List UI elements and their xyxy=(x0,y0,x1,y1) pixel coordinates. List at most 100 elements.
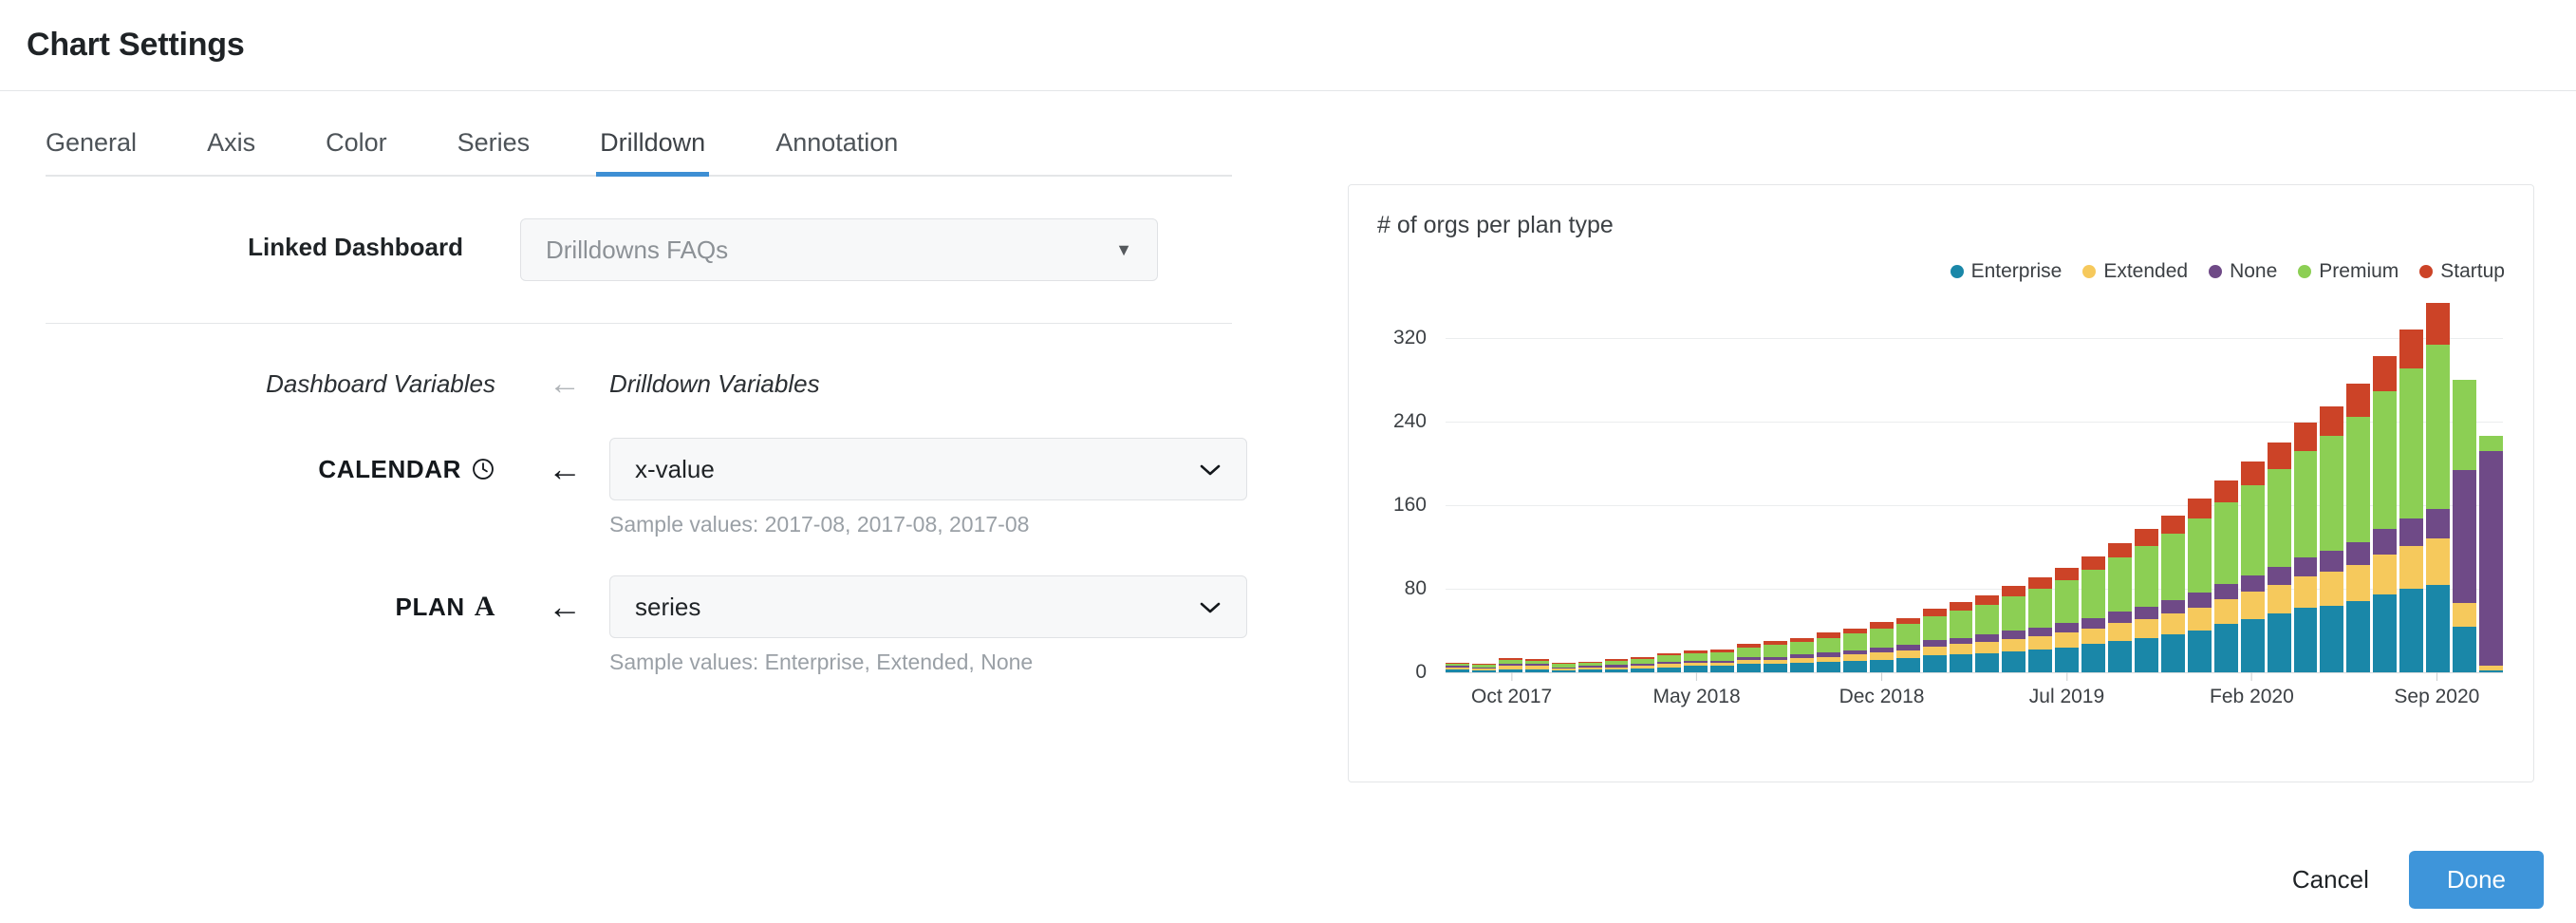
bar-column[interactable] xyxy=(1764,641,1787,672)
bar-column[interactable] xyxy=(2081,556,2105,672)
bar-segment-premium xyxy=(2241,485,2265,575)
bar-segment-startup xyxy=(2241,462,2265,485)
bar-column[interactable] xyxy=(2214,480,2238,672)
bar-segment-enterprise xyxy=(1975,653,1999,672)
bar-column[interactable] xyxy=(1657,653,1681,672)
done-button[interactable]: Done xyxy=(2409,851,2544,909)
bar-column[interactable] xyxy=(2479,436,2503,672)
dashboard-variables-heading: Dashboard Variables xyxy=(46,369,520,399)
bar-segment-startup xyxy=(2373,356,2397,391)
bar-column[interactable] xyxy=(1870,622,1894,672)
legend-item-enterprise[interactable]: Enterprise xyxy=(1951,260,2063,283)
bar-column[interactable] xyxy=(1896,618,1920,672)
calendar-mapping-select[interactable]: x-value xyxy=(609,438,1247,500)
modal-header: Chart Settings xyxy=(0,0,2576,91)
legend-item-premium[interactable]: Premium xyxy=(2298,260,2399,283)
bar-column[interactable] xyxy=(2399,330,2423,672)
bar-column[interactable] xyxy=(1525,659,1549,672)
tab-drilldown[interactable]: Drilldown xyxy=(600,128,705,175)
tab-annotation[interactable]: Annotation xyxy=(775,128,898,175)
legend-swatch-icon xyxy=(2082,265,2096,278)
bar-column[interactable] xyxy=(1817,632,1840,672)
bar-column[interactable] xyxy=(2453,380,2476,672)
bar-segment-extended xyxy=(1950,644,1973,654)
bar-column[interactable] xyxy=(1790,638,1814,672)
bar-column[interactable] xyxy=(2055,568,2079,672)
linked-dashboard-row: Linked Dashboard Drilldowns FAQs ▼ xyxy=(46,218,1348,281)
bar-segment-none xyxy=(2108,612,2132,623)
bar-column[interactable] xyxy=(2241,462,2265,672)
bar-column[interactable] xyxy=(1684,650,1708,672)
bar-column[interactable] xyxy=(1446,663,1469,672)
bar-segment-none xyxy=(2453,470,2476,604)
tab-color[interactable]: Color xyxy=(326,128,387,175)
legend-item-startup[interactable]: Startup xyxy=(2419,260,2505,283)
bar-column[interactable] xyxy=(1472,664,1496,672)
variable-row-plan: PLAN A ← series Sample values: Enterpris… xyxy=(46,575,1348,675)
tab-series[interactable]: Series xyxy=(457,128,531,175)
chevron-down-icon xyxy=(1199,457,1222,481)
bar-segment-extended xyxy=(1896,650,1920,658)
plan-variable-label: PLAN A xyxy=(46,575,520,638)
bar-column[interactable] xyxy=(1499,658,1522,672)
bar-column[interactable] xyxy=(2268,443,2291,672)
bar-column[interactable] xyxy=(2188,499,2212,672)
x-axis-tick-text: Sep 2020 xyxy=(2394,686,2479,707)
plan-sample-values: Sample values: Enterprise, Extended, Non… xyxy=(609,650,1247,675)
legend-item-extended[interactable]: Extended xyxy=(2082,260,2188,283)
bar-segment-startup xyxy=(2214,480,2238,502)
plan-mapping-select[interactable]: series xyxy=(609,575,1247,638)
bar-segment-premium xyxy=(1843,633,1867,650)
legend-label: None xyxy=(2230,260,2277,283)
legend-item-none[interactable]: None xyxy=(2209,260,2277,283)
bar-segment-startup xyxy=(2346,384,2370,416)
bar-segment-enterprise xyxy=(2161,634,2185,672)
bar-segment-premium xyxy=(1684,653,1708,661)
bar-segment-none xyxy=(2055,623,2079,632)
bar-segment-extended xyxy=(1843,654,1867,661)
bar-column[interactable] xyxy=(2426,303,2450,672)
bar-column[interactable] xyxy=(1578,662,1602,672)
bar-segment-none xyxy=(2135,607,2158,619)
bar-column[interactable] xyxy=(1631,657,1654,672)
bar-column[interactable] xyxy=(2028,577,2052,672)
bar-column[interactable] xyxy=(1975,595,1999,672)
bar-segment-enterprise xyxy=(2108,641,2132,672)
tick-mark xyxy=(2436,672,2437,681)
legend-swatch-icon xyxy=(2419,265,2433,278)
bar-column[interactable] xyxy=(2161,516,2185,672)
bar-segment-premium xyxy=(1923,616,1947,640)
bar-segment-enterprise xyxy=(2399,589,2423,672)
x-axis-tick-label: Oct 2017 xyxy=(1471,672,1552,708)
bar-column[interactable] xyxy=(2320,406,2343,672)
bar-column[interactable] xyxy=(2346,384,2370,672)
bar-column[interactable] xyxy=(2294,423,2318,672)
bar-column[interactable] xyxy=(1552,663,1576,672)
bar-segment-none xyxy=(2188,593,2212,607)
bar-column[interactable] xyxy=(1605,659,1629,672)
bar-column[interactable] xyxy=(1950,602,1973,672)
bar-segment-startup xyxy=(2108,543,2132,557)
legend-swatch-icon xyxy=(1951,265,1964,278)
cancel-button[interactable]: Cancel xyxy=(2285,854,2377,906)
bar-column[interactable] xyxy=(1923,609,1947,672)
bar-column[interactable] xyxy=(1737,644,1761,672)
bar-segment-startup xyxy=(2268,443,2291,469)
bar-column[interactable] xyxy=(2108,543,2132,672)
tab-axis[interactable]: Axis xyxy=(207,128,255,175)
bar-segment-extended xyxy=(2002,639,2025,651)
bar-segment-startup xyxy=(1896,618,1920,625)
bar-column[interactable] xyxy=(2002,586,2025,672)
bar-column[interactable] xyxy=(1843,629,1867,672)
bar-segment-premium xyxy=(2028,589,2052,628)
x-axis-tick-text: May 2018 xyxy=(1652,686,1740,707)
bar-column[interactable] xyxy=(2135,529,2158,672)
bar-column[interactable] xyxy=(2373,356,2397,672)
legend-label: Premium xyxy=(2319,260,2399,283)
tab-general[interactable]: General xyxy=(46,128,137,175)
legend-label: Enterprise xyxy=(1971,260,2063,283)
bar-column[interactable] xyxy=(1710,650,1734,672)
linked-dashboard-select[interactable]: Drilldowns FAQs ▼ xyxy=(520,218,1158,281)
bar-segment-premium xyxy=(1764,645,1787,656)
bar-segment-enterprise xyxy=(1896,658,1920,672)
